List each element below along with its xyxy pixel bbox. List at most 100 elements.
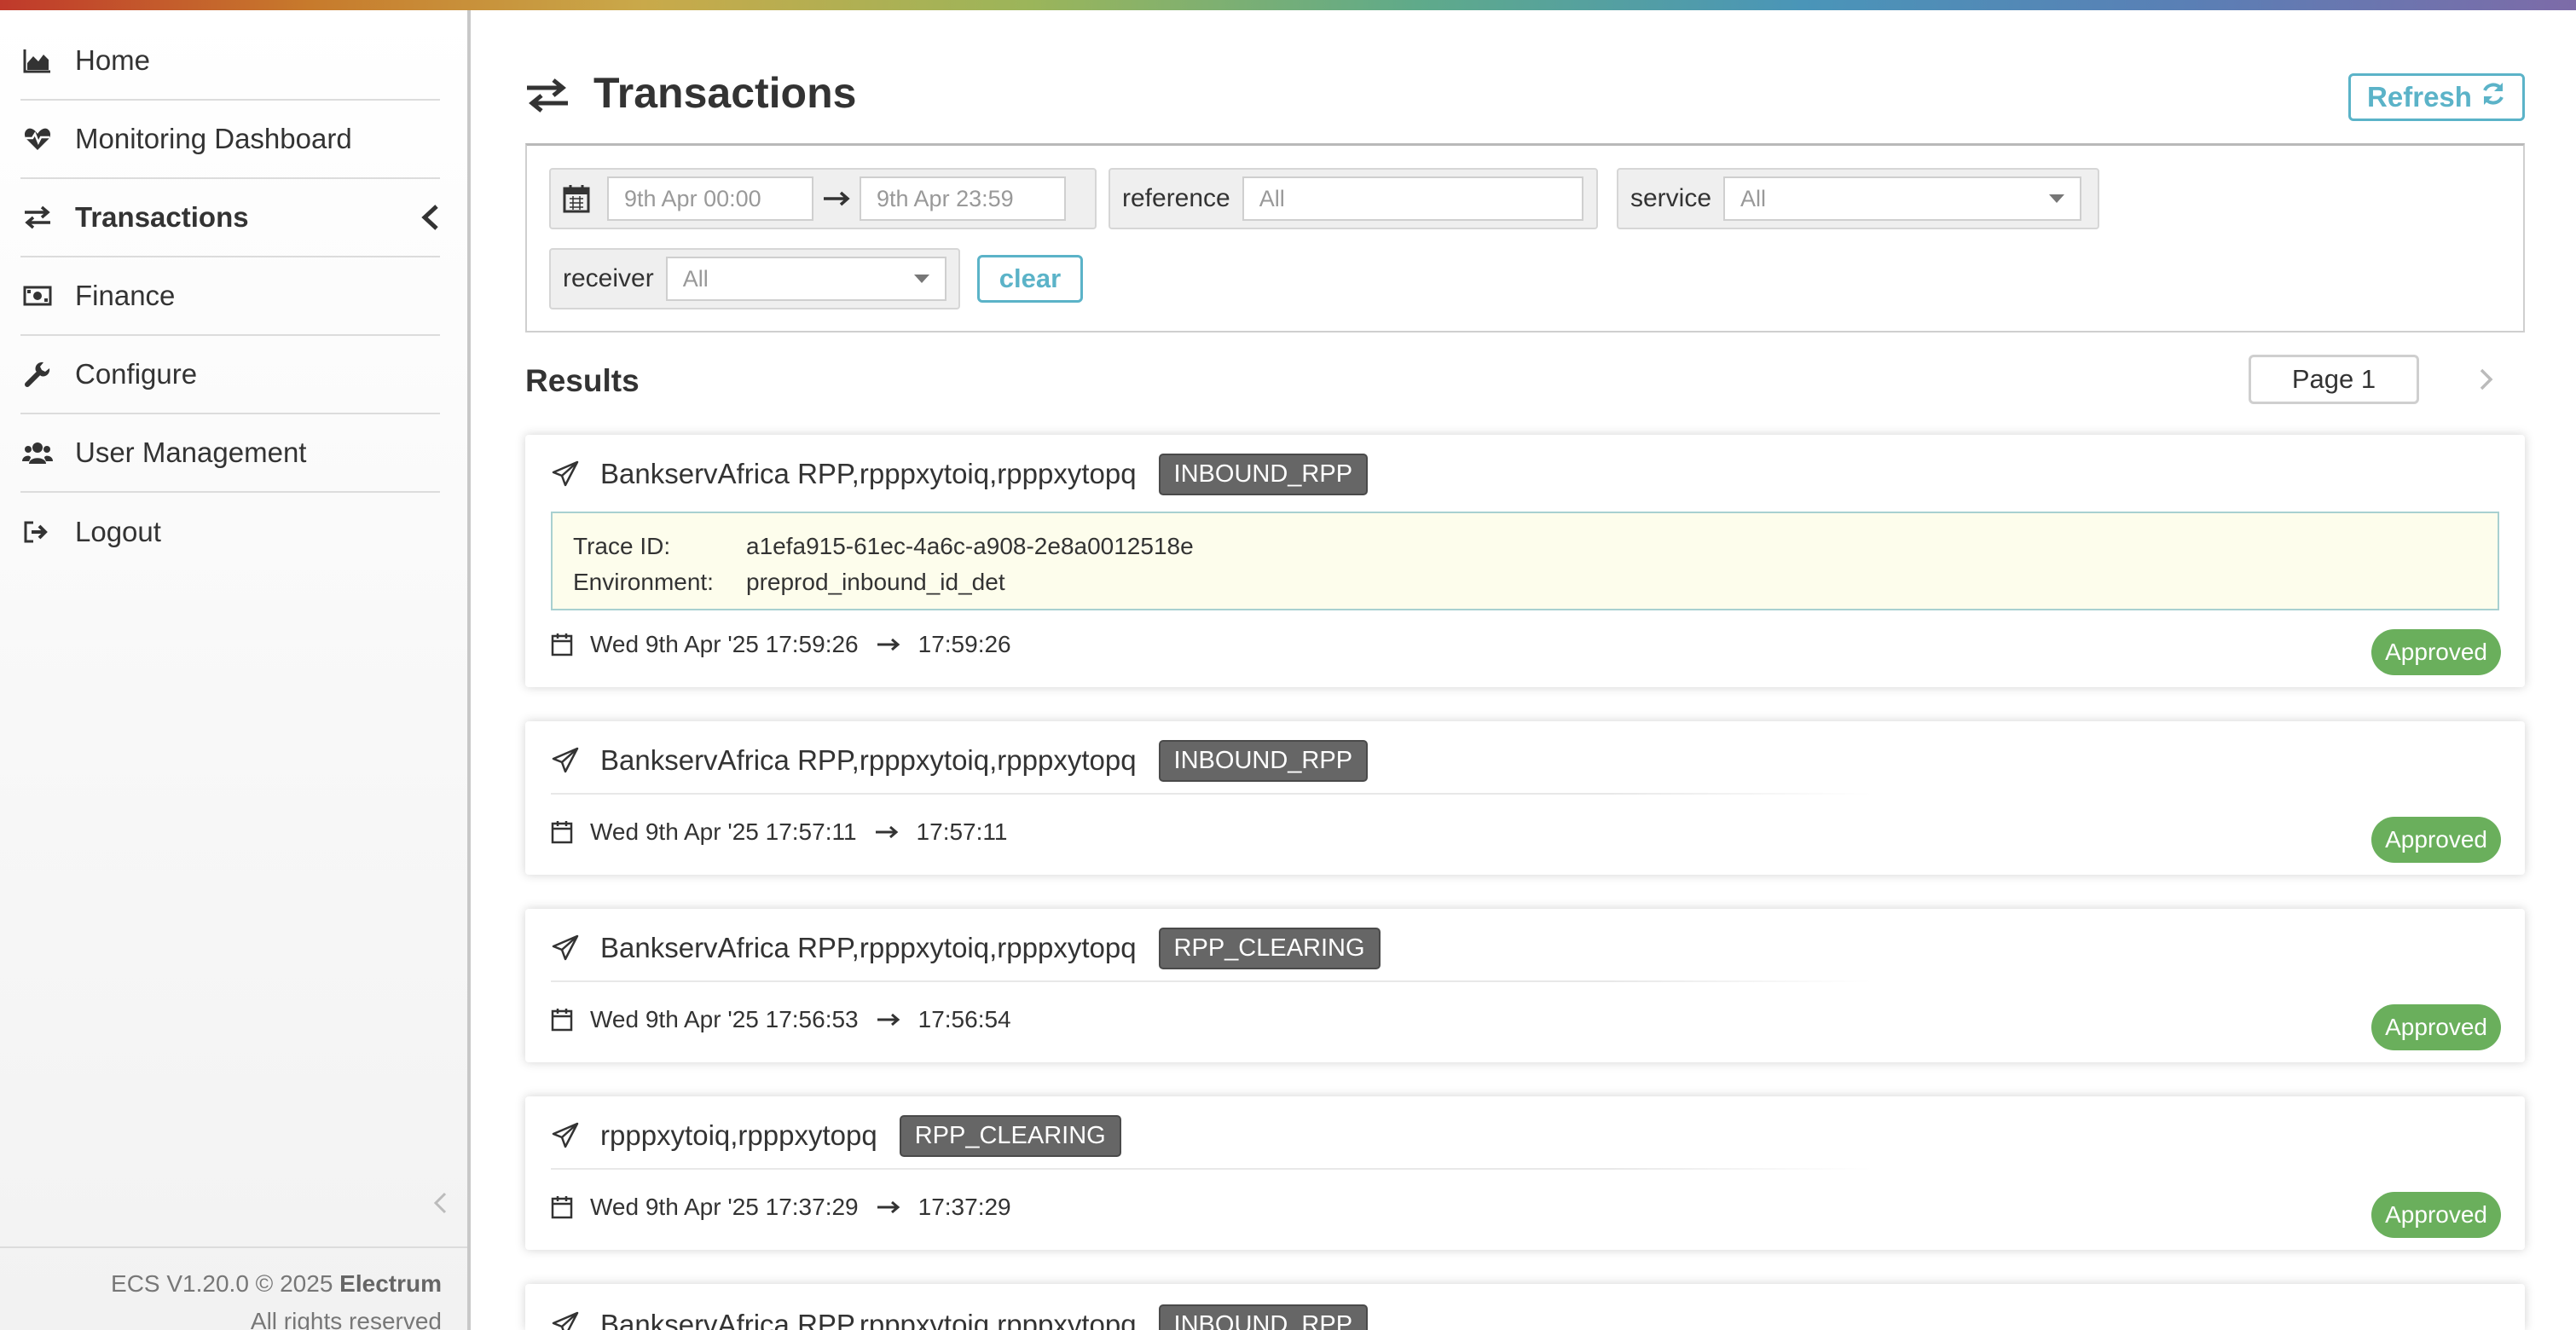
status-badge: Approved xyxy=(2371,1192,2501,1238)
paper-plane-icon xyxy=(552,934,579,961)
sidebar-item-label: Logout xyxy=(75,516,161,547)
sidebar-nav: Home Monitoring Dashboard Transactions F… xyxy=(0,22,467,571)
calendar-icon xyxy=(551,1196,573,1219)
sidebar-item-user-management[interactable]: User Management xyxy=(20,414,440,493)
receiver-value: All xyxy=(682,265,709,292)
transaction-card[interactable]: BankservAfrica RPP,rpppxytoiq,rpppxytopq… xyxy=(525,1284,2525,1330)
page-indicator[interactable]: Page 1 xyxy=(2249,355,2419,404)
transaction-card[interactable]: BankservAfrica RPP,rpppxytoiq,rpppxytopq… xyxy=(525,721,2525,875)
sidebar-footer: ECS V1.20.0 © 2025 Electrum All rights r… xyxy=(0,1246,467,1330)
transaction-card[interactable]: BankservAfrica RPP,rpppxytoiq,rpppxytopq… xyxy=(525,435,2525,687)
sidebar-item-home[interactable]: Home xyxy=(20,22,440,101)
page-title: Transactions xyxy=(593,69,857,117)
transaction-title: BankservAfrica RPP,rpppxytoiq,rpppxytopq xyxy=(600,932,1137,963)
reference-label: reference xyxy=(1122,184,1230,212)
receiver-select[interactable]: All xyxy=(665,257,946,301)
transaction-type-tag: RPP_CLEARING xyxy=(899,1114,1121,1157)
status-badge: Approved xyxy=(2371,817,2501,863)
service-filter: service All xyxy=(1617,168,2099,229)
paper-plane-icon xyxy=(552,747,579,773)
card-divider xyxy=(551,793,1873,795)
environment-value: preprod_inbound_id_det xyxy=(746,569,1005,595)
transaction-type-tag: INBOUND_RPP xyxy=(1158,1304,1369,1330)
sidebar-item-label: Home xyxy=(75,44,151,76)
area-chart-icon xyxy=(20,43,55,78)
start-time: Wed 9th Apr '25 17:57:11 xyxy=(590,818,857,845)
main-content: Transactions Refresh 9th Apr 00:00 9th A… xyxy=(525,10,2525,1330)
calendar-icon xyxy=(551,633,573,656)
calendar-icon[interactable] xyxy=(563,184,590,213)
wrench-icon xyxy=(20,357,55,391)
service-value: All xyxy=(1740,185,1767,211)
paper-plane-icon xyxy=(552,1122,579,1148)
footer-version: ECS V1.20.0 © 2025 xyxy=(111,1270,340,1297)
card-divider xyxy=(551,1168,1873,1170)
transaction-title: BankservAfrica RPP,rpppxytoiq,rpppxytopq xyxy=(600,744,1137,776)
collapse-sidebar-icon[interactable] xyxy=(431,1190,449,1216)
money-icon xyxy=(20,279,55,313)
transaction-card[interactable]: BankservAfrica RPP,rpppxytoiq,rpppxytopq… xyxy=(525,909,2525,1062)
caret-down-icon xyxy=(2049,194,2065,203)
card-title-row: BankservAfrica RPP,rpppxytoiq,rpppxytopq… xyxy=(551,739,1369,782)
trace-id-label: Trace ID: xyxy=(573,533,671,559)
users-icon xyxy=(20,436,55,470)
start-time: Wed 9th Apr '25 17:37:29 xyxy=(590,1194,859,1220)
sidebar-item-transactions[interactable]: Transactions xyxy=(20,179,440,257)
end-time: 17:59:26 xyxy=(918,631,1011,657)
arrow-right-icon xyxy=(877,638,900,651)
refresh-button[interactable]: Refresh xyxy=(2348,73,2525,121)
transaction-type-tag: RPP_CLEARING xyxy=(1158,927,1381,969)
transaction-time: Wed 9th Apr '25 17:59:26 17:59:26 xyxy=(551,631,1011,658)
environment-label: Environment: xyxy=(573,569,714,595)
exchange-icon xyxy=(525,78,570,113)
reference-input[interactable]: All xyxy=(1242,176,1583,221)
service-label: service xyxy=(1630,184,1712,212)
page-header: Transactions Refresh xyxy=(525,10,2525,143)
date-from-input[interactable]: 9th Apr 00:00 xyxy=(607,176,813,221)
footer-rights: All rights reserved xyxy=(250,1308,442,1330)
exchange-icon xyxy=(20,200,55,234)
transaction-title: BankservAfrica RPP,rpppxytoiq,rpppxytopq xyxy=(600,458,1137,489)
transaction-time: Wed 9th Apr '25 17:57:11 17:57:11 xyxy=(551,818,1007,846)
trace-id-value: a1efa915-61ec-4a6c-a908-2e8a0012518e xyxy=(746,533,1194,559)
sidebar-item-configure[interactable]: Configure xyxy=(20,336,440,414)
sidebar-item-finance[interactable]: Finance xyxy=(20,257,440,336)
clear-button[interactable]: clear xyxy=(977,255,1083,303)
service-select[interactable]: All xyxy=(1723,176,2082,221)
reference-filter: reference All xyxy=(1109,168,1598,229)
filter-panel: 9th Apr 00:00 9th Apr 23:59 reference Al… xyxy=(525,143,2525,332)
footer-brand: Electrum xyxy=(339,1270,442,1297)
calendar-icon xyxy=(551,821,573,844)
start-time: Wed 9th Apr '25 17:56:53 xyxy=(590,1006,859,1032)
refresh-icon xyxy=(2480,81,2506,113)
results-title: Results xyxy=(525,363,640,398)
sidebar-item-label: Configure xyxy=(75,358,198,390)
card-title-row: BankservAfrica RPP,rpppxytoiq,rpppxytopq… xyxy=(551,927,1381,969)
chevron-left-icon[interactable] xyxy=(420,204,440,231)
calendar-icon xyxy=(551,1009,573,1032)
start-time: Wed 9th Apr '25 17:59:26 xyxy=(590,631,859,657)
sidebar-item-logout[interactable]: Logout xyxy=(20,493,440,571)
trace-info-box: Trace ID: a1efa915-61ec-4a6c-a908-2e8a001… xyxy=(551,512,2499,610)
paper-plane-icon xyxy=(552,460,579,487)
card-title-row: rpppxytoiq,rpppxytopq RPP_CLEARING xyxy=(551,1114,1121,1157)
date-to-input[interactable]: 9th Apr 23:59 xyxy=(860,176,1066,221)
results-header: Results Page 1 xyxy=(525,355,2525,409)
status-badge: Approved xyxy=(2371,1004,2501,1050)
status-badge: Approved xyxy=(2371,629,2501,675)
heartbeat-icon xyxy=(20,122,55,156)
next-page-icon[interactable] xyxy=(2477,367,2496,392)
sidebar: Home Monitoring Dashboard Transactions F… xyxy=(0,10,471,1330)
arrow-right-icon xyxy=(877,1200,900,1214)
transaction-title: BankservAfrica RPP,rpppxytoiq,rpppxytopq xyxy=(600,1309,1137,1330)
card-title-row: BankservAfrica RPP,rpppxytoiq,rpppxytopq… xyxy=(551,1304,1369,1330)
paper-plane-icon xyxy=(552,1311,579,1330)
receiver-filter: receiver All xyxy=(549,248,960,309)
sidebar-item-label: Finance xyxy=(75,280,176,311)
card-divider xyxy=(551,980,1873,982)
sidebar-item-monitoring-dashboard[interactable]: Monitoring Dashboard xyxy=(20,101,440,179)
arrow-right-icon xyxy=(824,191,850,206)
end-time: 17:57:11 xyxy=(916,818,1008,845)
transaction-card[interactable]: rpppxytoiq,rpppxytopq RPP_CLEARING Wed 9… xyxy=(525,1096,2525,1250)
end-time: 17:37:29 xyxy=(918,1194,1011,1220)
